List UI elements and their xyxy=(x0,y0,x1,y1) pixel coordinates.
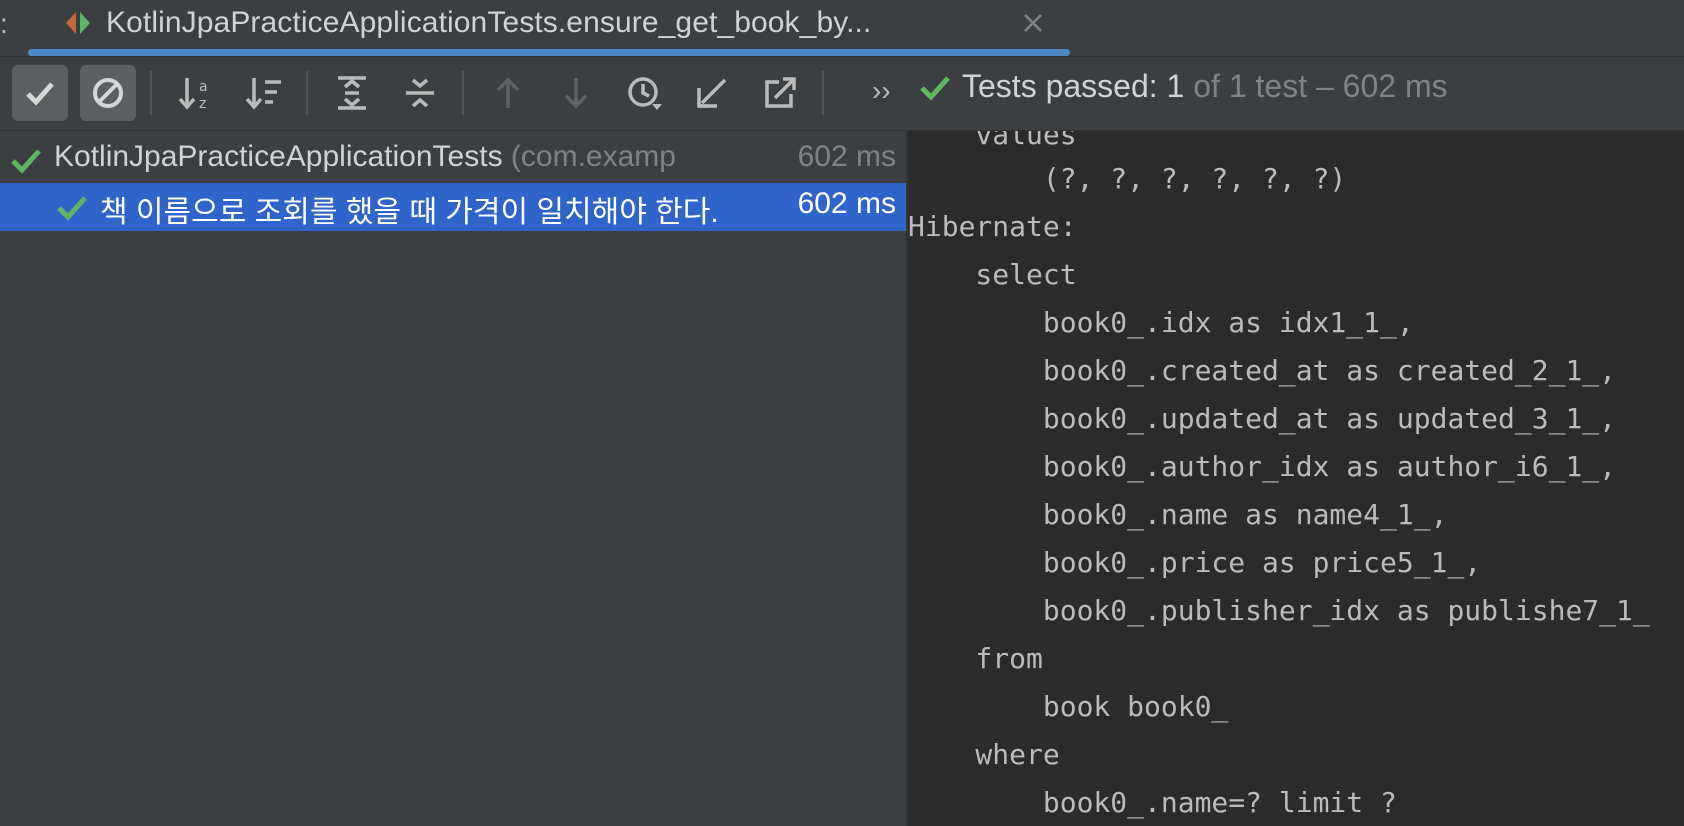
tree-item-test-method[interactable]: 책 이름으로 조회를 했을 때 가격이 일치해야 한다. 602 ms xyxy=(0,183,906,231)
next-failed-button[interactable] xyxy=(548,65,604,121)
console-line: book book0_ xyxy=(908,690,1229,723)
console-line: (?, ?, ?, ?, ?, ?) xyxy=(908,162,1347,195)
check-icon xyxy=(920,76,950,101)
sort-alphabetically-button[interactable]: a z xyxy=(168,65,224,121)
console-line: book0_.name as name4_1_, xyxy=(908,498,1448,531)
svg-text:z: z xyxy=(199,96,206,112)
export-icon xyxy=(765,77,796,108)
console-line: book0_.price as price5_1_, xyxy=(908,546,1482,579)
test-tree: KotlinJpaPracticeApplicationTests (com.e… xyxy=(0,131,906,826)
console-line: book0_.idx as idx1_1_, xyxy=(908,306,1414,339)
expand-all-button[interactable] xyxy=(324,65,380,121)
expand-all-icon xyxy=(338,76,366,110)
test-class-name: KotlinJpaPracticeApplicationTests xyxy=(54,140,503,173)
console-line: book0_.author_idx as author_i6_1_, xyxy=(908,450,1617,483)
active-tab-indicator xyxy=(28,49,1070,56)
test-class-package: (com.examp xyxy=(502,140,676,173)
previous-failed-button[interactable] xyxy=(480,65,536,121)
toolbar-separator xyxy=(150,71,152,115)
run-test-icon xyxy=(66,12,90,34)
console-line: select xyxy=(908,258,1077,291)
ignored-icon xyxy=(93,78,123,108)
sort-duration-icon xyxy=(245,78,281,110)
console-line: from xyxy=(908,642,1043,675)
toolbar-overflow-button[interactable]: ›› xyxy=(872,75,891,107)
console-line: Hibernate: xyxy=(908,210,1094,243)
tab-bar-prefix: : xyxy=(0,8,8,39)
import-tests-button[interactable] xyxy=(684,65,740,121)
run-tab-title: KotlinJpaPracticeApplicationTests.ensure… xyxy=(106,6,872,39)
toolbar-separator xyxy=(306,71,308,115)
arrow-down-icon xyxy=(564,78,588,109)
toolbar-separator xyxy=(822,71,824,115)
status-passed-text: Tests passed: 1 xyxy=(962,68,1185,104)
console-line: book0_.created_at as created_2_1_, xyxy=(908,354,1617,387)
check-icon xyxy=(11,149,41,174)
collapse-all-button[interactable] xyxy=(392,65,448,121)
test-class-time: 602 ms xyxy=(797,140,896,173)
show-ignored-button[interactable] xyxy=(80,65,136,121)
console-line: values xyxy=(908,131,1077,151)
console-line: book0_.name=? limit ? xyxy=(908,786,1397,819)
tree-item-test-class[interactable]: KotlinJpaPracticeApplicationTests (com.e… xyxy=(0,136,906,184)
test-method-time: 602 ms xyxy=(797,187,896,220)
arrow-up-icon xyxy=(496,77,520,108)
test-method-name: 책 이름으로 조회를 했을 때 가격이 일치해야 한다. xyxy=(100,196,719,229)
test-history-button[interactable] xyxy=(616,65,672,121)
check-icon xyxy=(26,82,54,106)
collapse-all-icon xyxy=(406,78,434,108)
import-icon xyxy=(697,78,727,108)
run-tab-bar: : KotlinJpaPracticeApplicationTests.ensu… xyxy=(0,0,1684,57)
console-output[interactable]: values (?, ?, ?, ?, ?, ?) Hibernate: sel… xyxy=(908,131,1684,826)
sort-az-icon: a z xyxy=(178,78,208,112)
export-tests-button[interactable] xyxy=(752,65,808,121)
toolbar-separator xyxy=(462,71,464,115)
run-tab[interactable]: KotlinJpaPracticeApplicationTests.ensure… xyxy=(28,0,1070,56)
check-icon xyxy=(57,196,87,221)
history-icon xyxy=(628,77,662,110)
console-line: book0_.publisher_idx as publishe7_1_ xyxy=(908,594,1650,627)
show-passed-button[interactable] xyxy=(12,65,68,121)
test-runner-toolbar: a z ›› Tests passed: 1 of 1 test – 602 m… xyxy=(0,57,1684,131)
svg-text:a: a xyxy=(199,79,208,95)
console-line: where xyxy=(908,738,1060,771)
sort-by-duration-button[interactable] xyxy=(236,65,292,121)
status-detail-text: of 1 test – 602 ms xyxy=(1184,68,1448,104)
console-line: book0_.updated_at as updated_3_1_, xyxy=(908,402,1617,435)
close-icon[interactable] xyxy=(1022,12,1044,34)
